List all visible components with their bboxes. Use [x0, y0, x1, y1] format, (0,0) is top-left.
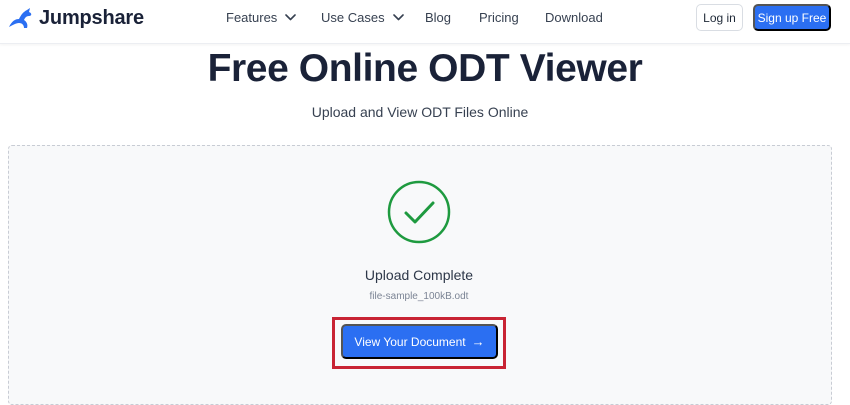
nav-download[interactable]: Download — [545, 10, 603, 25]
nav-features-label: Features — [226, 10, 278, 25]
view-document-label: View Your Document — [354, 334, 466, 349]
check-circle-icon — [387, 180, 451, 244]
nav-features[interactable]: Features — [226, 10, 297, 25]
top-navbar: Jumpshare Features Use Cases Blog Pricin… — [0, 0, 850, 44]
arrow-right-icon: → — [471, 334, 485, 349]
brand-name: Jumpshare — [39, 6, 144, 29]
kangaroo-logo-icon — [9, 8, 32, 28]
signup-button[interactable]: Sign up Free — [753, 4, 831, 31]
chevron-down-icon — [392, 14, 404, 21]
login-button[interactable]: Log in — [696, 4, 743, 31]
nav-blog-label: Blog — [425, 10, 452, 25]
chevron-down-icon — [285, 14, 297, 21]
nav-pricing[interactable]: Pricing — [479, 10, 519, 25]
view-document-button[interactable]: View Your Document → — [341, 324, 498, 359]
page-subtitle: Upload and View ODT Files Online — [311, 104, 529, 120]
page-title: Free Online ODT Viewer — [207, 47, 643, 90]
brand-logo[interactable]: Jumpshare — [7, 6, 144, 30]
nav-pricing-label: Pricing — [479, 10, 519, 25]
uploaded-file-name: file-sample_100kB.odt — [369, 291, 469, 302]
upload-status-text: Upload Complete — [364, 267, 474, 283]
nav-use-cases[interactable]: Use Cases — [321, 10, 404, 25]
nav-use-cases-label: Use Cases — [321, 10, 385, 25]
nav-blog[interactable]: Blog — [425, 10, 451, 25]
nav-download-label: Download — [545, 10, 603, 25]
